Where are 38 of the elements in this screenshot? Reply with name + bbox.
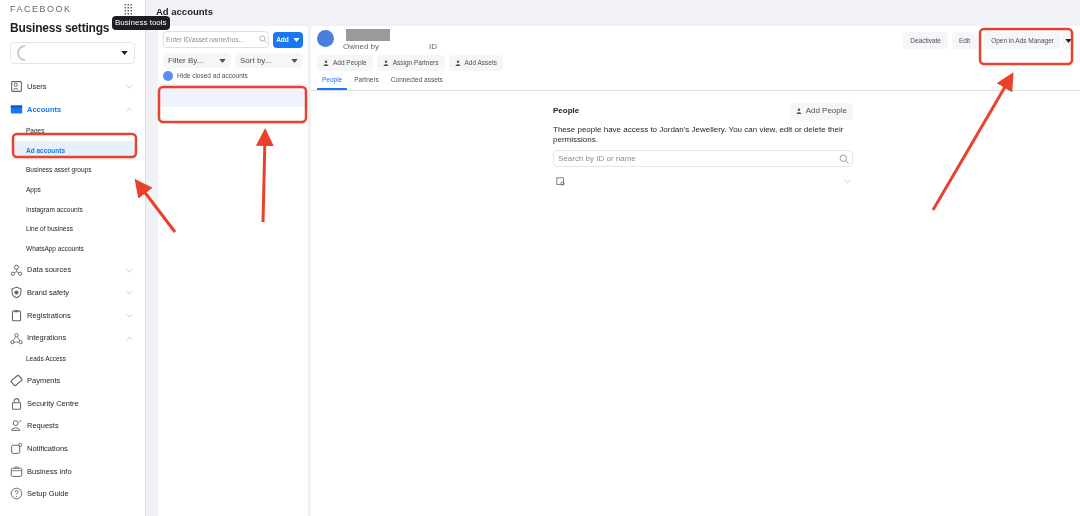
toggle-switch[interactable]	[163, 71, 173, 81]
grid-icon[interactable]	[124, 4, 134, 16]
folder-icon	[10, 103, 23, 117]
chevron-down-icon	[844, 178, 851, 184]
person-icon	[795, 108, 802, 115]
section-title: People	[553, 105, 580, 118]
person-icon	[10, 419, 23, 433]
redaction-block	[346, 29, 390, 41]
brand-name: FACEBOOK	[10, 3, 73, 16]
image-icon	[556, 176, 565, 186]
filter-dropdown[interactable]: Filter By...	[163, 53, 231, 68]
owner-label: Owned by	[343, 41, 380, 53]
add-people-button[interactable]: Add People	[789, 102, 853, 120]
search-field[interactable]: Search by ID or name	[553, 149, 853, 167]
caret-icon	[121, 50, 128, 55]
page-title: Ad accounts	[156, 5, 214, 19]
search-icon	[839, 153, 849, 164]
caret-icon	[291, 58, 298, 63]
lock-icon	[10, 396, 23, 410]
account-avatar	[317, 30, 334, 47]
clipboard-icon	[10, 308, 23, 322]
description: These people have access to Jordan's Jewellery. You can view, edit or delete their permissions.	[553, 124, 845, 145]
caret-icon	[1064, 38, 1072, 43]
card-icon	[10, 373, 23, 387]
tooltip: Business tools	[112, 16, 170, 30]
avatar-icon	[17, 44, 26, 61]
sidebar-title: Business settings	[10, 19, 110, 37]
person-icon	[323, 60, 329, 66]
search-icon	[259, 35, 267, 43]
shield-icon	[10, 286, 23, 300]
caret-icon	[292, 37, 300, 42]
annotation-arrow	[134, 178, 177, 233]
help-icon	[10, 487, 23, 501]
caret-icon	[219, 58, 226, 63]
network-icon	[10, 331, 23, 345]
person-icon	[10, 80, 23, 94]
sort-dropdown[interactable]: Sort by...	[235, 53, 303, 68]
id-label: ID	[429, 41, 438, 53]
